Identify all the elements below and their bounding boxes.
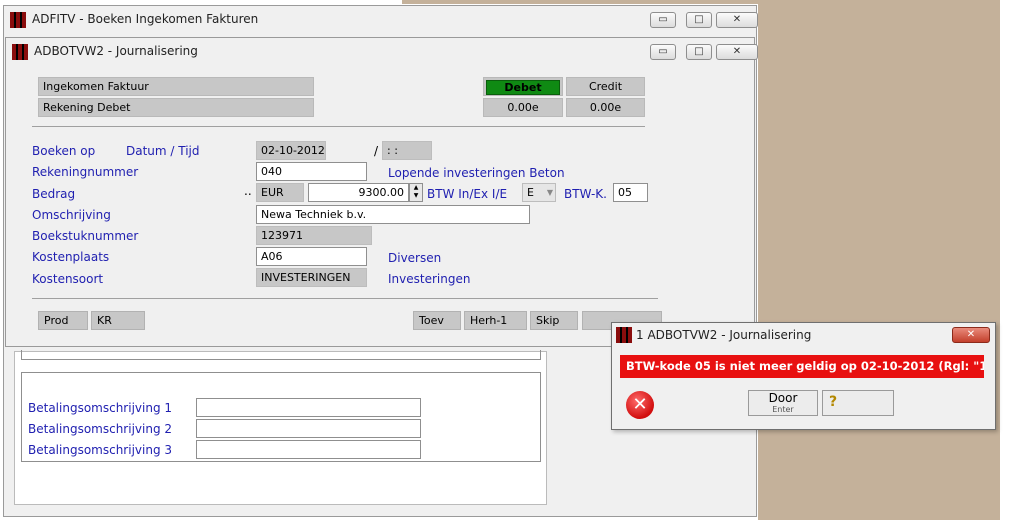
- cost-center-label: Kostenplaats: [32, 250, 110, 264]
- cost-center-description: Diversen: [388, 251, 442, 265]
- account-header-label: Rekening Debet: [38, 98, 314, 117]
- journal-minimize-button[interactable]: ▭: [650, 44, 676, 60]
- header-separator: [32, 126, 645, 127]
- debet-total-value: 0.00e: [483, 98, 563, 117]
- herh-button[interactable]: Herh-1: [464, 311, 527, 330]
- error-dialog-titlebar[interactable]: 1 ADBOTVW2 - Journalisering ✕: [612, 323, 995, 347]
- help-icon: ?: [829, 394, 838, 410]
- footer-separator: [32, 298, 658, 299]
- amount-input[interactable]: 9300.00: [308, 183, 409, 202]
- error-icon: ✕: [626, 391, 654, 419]
- door-button-label: Door: [768, 391, 798, 405]
- journal-window-titlebar[interactable]: ADBOTVW2 - Journalisering ▭ □ ✕: [6, 38, 758, 64]
- payment-line2-label: Betalingsomschrijving 2: [28, 422, 173, 436]
- amount-dots: ..: [244, 184, 252, 198]
- outer-maximize-button[interactable]: □: [686, 12, 712, 28]
- vat-inex-select[interactable]: E ▼: [522, 183, 556, 202]
- payment-group-box: Betalingsomschrijving 1 Betalingsomschri…: [21, 372, 541, 462]
- spin-up-icon: ▲: [413, 184, 419, 191]
- account-number-input[interactable]: 040: [256, 162, 367, 181]
- payment-line2-input[interactable]: [196, 419, 421, 438]
- door-button-shortcut: Enter: [772, 405, 794, 414]
- vat-code-label: BTW-K.: [564, 187, 607, 201]
- payment-line1-input[interactable]: [196, 398, 421, 417]
- datetime-label: Datum / Tijd: [126, 144, 200, 158]
- vat-inex-value: E: [527, 186, 534, 199]
- kr-button[interactable]: KR: [91, 311, 145, 330]
- journal-window: ADBOTVW2 - Journalisering ▭ □ ✕ Ingekome…: [5, 37, 758, 347]
- chevron-down-icon: ▼: [546, 188, 553, 197]
- journal-close-button[interactable]: ✕: [716, 44, 758, 60]
- payment-line3-label: Betalingsomschrijving 3: [28, 443, 173, 457]
- help-button[interactable]: ?: [822, 390, 894, 416]
- app-logo-icon: [10, 12, 26, 28]
- debet-label: Debet: [486, 80, 560, 95]
- currency-field[interactable]: EUR: [256, 183, 304, 202]
- invoice-header-label: Ingekomen Faktuur: [38, 77, 314, 96]
- error-message: BTW-kode 05 is niet meer geldig op 02-10…: [620, 355, 984, 378]
- credit-header[interactable]: Credit: [566, 77, 645, 96]
- booking-label: Boeken op: [32, 144, 96, 158]
- outer-minimize-button[interactable]: ▭: [650, 12, 676, 28]
- spin-down-icon: ▼: [413, 192, 419, 199]
- date-time-slash: /: [374, 144, 379, 158]
- journal-maximize-button[interactable]: □: [686, 44, 712, 60]
- cost-type-label: Kostensoort: [32, 272, 104, 286]
- cost-type-description: Investeringen: [388, 272, 471, 286]
- payment-line3-input[interactable]: [196, 440, 421, 459]
- document-number-label: Boekstuknummer: [32, 229, 139, 243]
- app-logo-icon: [12, 44, 28, 60]
- vat-code-input[interactable]: 05: [613, 183, 648, 202]
- description-label: Omschrijving: [32, 208, 111, 222]
- credit-total-value: 0.00e: [566, 98, 645, 117]
- amount-spinner[interactable]: ▲ ▼: [409, 183, 423, 202]
- payment-line1-label: Betalingsomschrijving 1: [28, 401, 173, 415]
- date-field[interactable]: 02-10-2012: [256, 141, 326, 160]
- description-input[interactable]: Newa Techniek b.v.: [256, 205, 530, 224]
- time-field[interactable]: : :: [382, 141, 432, 160]
- error-dialog-close-button[interactable]: ✕: [952, 327, 990, 343]
- debet-header[interactable]: Debet: [483, 77, 563, 96]
- outer-window-title: ADFITV - Boeken Ingekomen Fakturen: [32, 12, 259, 26]
- close-icon: ✕: [966, 329, 976, 340]
- app-logo-icon: [616, 327, 632, 343]
- amount-label: Bedrag: [32, 187, 76, 201]
- error-dialog-title: 1 ADBOTVW2 - Journalisering: [636, 328, 812, 342]
- door-button[interactable]: Door Enter: [748, 390, 818, 416]
- desktop-background-top: [402, 0, 758, 4]
- desktop-background: [758, 0, 1000, 520]
- toev-button[interactable]: Toev: [413, 311, 461, 330]
- account-number-label: Rekeningnummer: [32, 165, 139, 179]
- error-dialog: 1 ADBOTVW2 - Journalisering ✕ BTW-kode 0…: [611, 322, 996, 430]
- cost-type-field[interactable]: INVESTERINGEN: [256, 268, 367, 287]
- outer-window-body: Betalingsomschrijving 1 Betalingsomschri…: [14, 350, 547, 505]
- prod-button[interactable]: Prod: [38, 311, 88, 330]
- account-description: Lopende investeringen Beton: [388, 166, 565, 180]
- document-number-field[interactable]: 123971: [256, 226, 372, 245]
- skip-button[interactable]: Skip: [530, 311, 578, 330]
- empty-group-box: [21, 350, 541, 360]
- outer-close-button[interactable]: ✕: [716, 12, 758, 28]
- journal-window-title: ADBOTVW2 - Journalisering: [34, 44, 198, 58]
- outer-window-titlebar[interactable]: ADFITV - Boeken Ingekomen Fakturen ▭ □ ✕: [4, 6, 758, 32]
- vat-inex-label: BTW In/Ex I/E: [427, 187, 508, 201]
- cost-center-input[interactable]: A06: [256, 247, 367, 266]
